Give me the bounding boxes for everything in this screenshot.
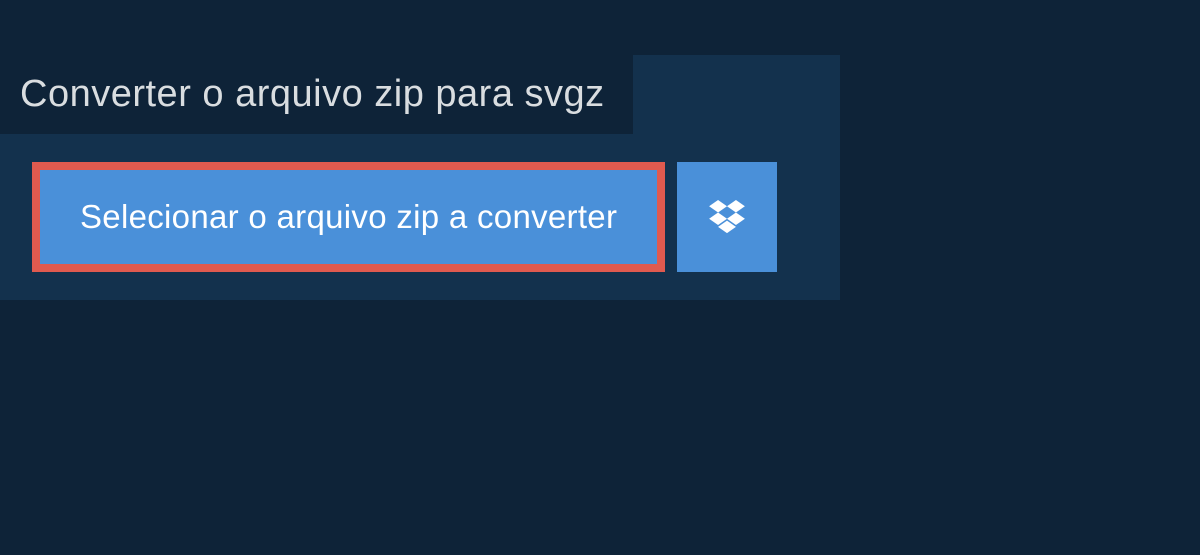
select-file-button[interactable]: Selecionar o arquivo zip a converter xyxy=(32,162,665,272)
dropbox-button[interactable] xyxy=(677,162,777,272)
page-title: Converter o arquivo zip para svgz xyxy=(20,73,605,116)
converter-panel: Converter o arquivo zip para svgz Seleci… xyxy=(0,55,840,300)
title-bar: Converter o arquivo zip para svgz xyxy=(0,55,633,134)
button-row: Selecionar o arquivo zip a converter xyxy=(0,134,840,272)
dropbox-icon xyxy=(709,200,745,234)
